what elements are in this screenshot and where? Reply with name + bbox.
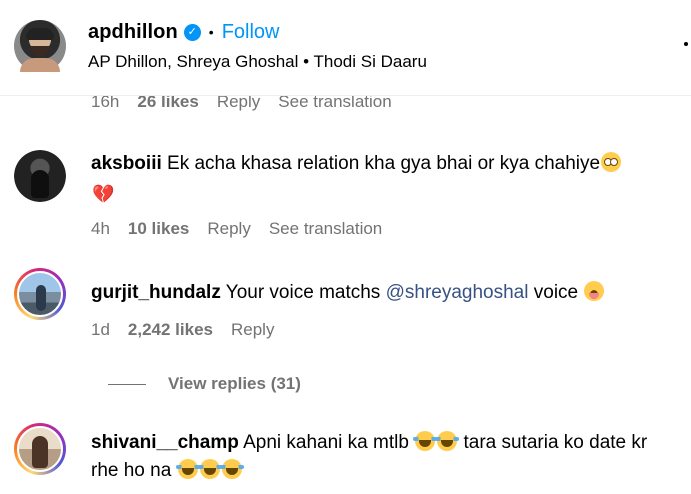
- view-replies-button[interactable]: View replies (31): [108, 374, 301, 394]
- comments-list[interactable]: 16h 26 likes Reply See translation aksbo…: [0, 80, 691, 494]
- follow-button[interactable]: Follow: [222, 21, 280, 44]
- avatar-shoulders-shape: [20, 58, 60, 72]
- face-with-tears-of-joy-emoji-icon: [413, 431, 438, 451]
- comment-body: Your voice matchs: [225, 282, 381, 303]
- reply-button[interactable]: Reply: [231, 320, 274, 340]
- comment-meta: 4h 10 likes Reply See translation: [91, 219, 382, 239]
- commenter-avatar[interactable]: [14, 150, 66, 202]
- face-with-tears-of-joy-emoji-icon: [197, 459, 222, 479]
- author-username[interactable]: apdhillon: [88, 21, 178, 44]
- commenter-avatar-story-ring[interactable]: [14, 268, 66, 320]
- avatar-beard-shape: [31, 46, 49, 56]
- flushed-face-emoji-icon: [601, 152, 622, 172]
- comment-body: Ek acha khasa relation kha gya bhai or k…: [167, 153, 601, 174]
- view-replies-label[interactable]: View replies (31): [168, 374, 301, 394]
- separator-dot: •: [208, 24, 214, 40]
- avatar-cap-shape: [26, 28, 54, 40]
- face-with-tears-of-joy-emoji-icon: [435, 431, 460, 451]
- more-options-icon[interactable]: [684, 42, 688, 46]
- commenter-username[interactable]: aksboiii: [91, 153, 162, 174]
- comment-text: gurjit_hundalz Your voice matchs @shreya…: [91, 279, 665, 307]
- post-audio-subline[interactable]: AP Dhillon, Shreya Ghoshal • Thodi Si Da…: [88, 52, 427, 72]
- mention-link[interactable]: @shreyaghoshal: [386, 282, 529, 303]
- reply-button[interactable]: Reply: [207, 219, 250, 239]
- broken-heart-emoji-icon: 💔: [92, 184, 115, 204]
- see-translation-button[interactable]: See translation: [269, 219, 382, 239]
- face-with-tears-of-joy-emoji-icon: [219, 459, 244, 479]
- author-row: apdhillon ✓ • Follow: [88, 19, 279, 45]
- comment-likes[interactable]: 10 likes: [128, 219, 189, 239]
- comment-time: 1d: [91, 320, 110, 339]
- comment-body: Apni kahani ka mtlb: [243, 432, 409, 453]
- comment-text: shivani__champ Apni kahani ka mtlb tara …: [91, 429, 665, 485]
- comment-text: aksboiii Ek acha khasa relation kha gya …: [91, 150, 665, 206]
- comment-meta: 1d 2,242 likes Reply: [91, 320, 274, 340]
- replies-divider-line: [108, 383, 146, 385]
- post-header: apdhillon ✓ • Follow AP Dhillon, Shreya …: [0, 0, 691, 96]
- comment-likes[interactable]: 2,242 likes: [128, 320, 213, 340]
- face-with-tears-of-joy-emoji-icon: [175, 459, 200, 479]
- comment-time: 4h: [91, 219, 110, 238]
- commenter-avatar-story-ring[interactable]: [14, 423, 66, 475]
- astonished-face-emoji-icon: [584, 281, 605, 301]
- comment-body-end: voice: [533, 282, 579, 303]
- commenter-username[interactable]: gurjit_hundalz: [91, 282, 221, 303]
- author-avatar[interactable]: [14, 20, 66, 72]
- verified-badge-icon: ✓: [183, 23, 201, 41]
- commenter-username[interactable]: shivani__champ: [91, 432, 239, 453]
